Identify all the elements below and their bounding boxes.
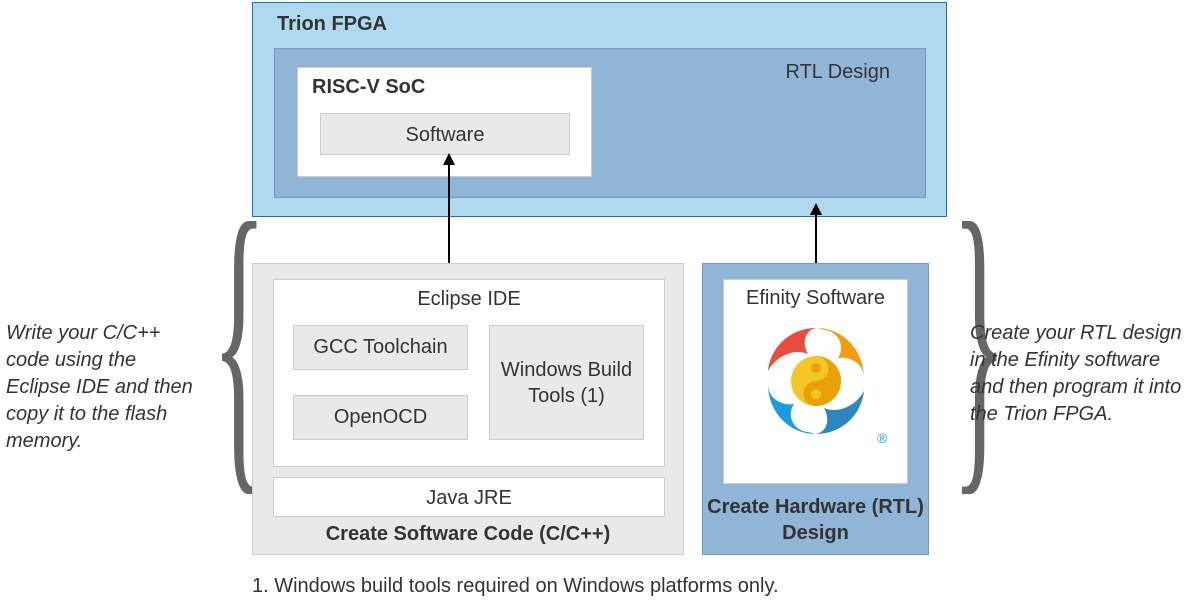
efinity-logo-icon: ®: [746, 316, 886, 446]
eclipse-ide-box: Eclipse IDE GCC Toolchain OpenOCD Window…: [273, 279, 665, 467]
arrow-sw-to-soc: [448, 163, 450, 263]
rtl-design-box: RTL Design RISC-V SoC Software: [274, 48, 926, 198]
create-software-title: Create Software Code (C/C++): [253, 523, 683, 546]
trion-fpga-title: Trion FPGA: [277, 13, 387, 36]
eclipse-ide-label: Eclipse IDE: [274, 280, 664, 311]
trion-fpga-box: Trion FPGA RTL Design RISC-V SoC Softwar…: [252, 2, 947, 217]
efinity-software-label: Efinity Software: [724, 280, 907, 311]
left-annotation-text: Write your C/C++ code using the Eclipse …: [6, 320, 196, 455]
footnote-text: 1. Windows build tools required on Windo…: [252, 575, 779, 598]
openocd-box: OpenOCD: [293, 395, 468, 440]
java-jre-box: Java JRE: [273, 477, 665, 517]
registered-trademark-icon: ®: [877, 430, 887, 446]
right-annotation-text: Create your RTL design in the Efinity so…: [970, 320, 1190, 428]
rtl-design-label: RTL Design: [786, 61, 891, 84]
arrow-head-icon: [810, 203, 822, 215]
software-box: Software: [320, 113, 570, 155]
efinity-software-box: Efinity Software ®: [723, 279, 908, 484]
riscv-soc-title: RISC-V SoC: [312, 76, 425, 99]
arrow-head-icon: [443, 153, 455, 165]
create-hardware-block: Efinity Software ® Create Hardware (RTL)…: [702, 263, 929, 555]
windows-build-tools-box: Windows Build Tools (1): [489, 325, 644, 440]
create-hardware-title: Create Hardware (RTL) Design: [703, 494, 928, 546]
create-software-block: Eclipse IDE GCC Toolchain OpenOCD Window…: [252, 263, 684, 555]
arrow-hw-to-rtl: [815, 213, 817, 263]
gcc-toolchain-box: GCC Toolchain: [293, 325, 468, 370]
